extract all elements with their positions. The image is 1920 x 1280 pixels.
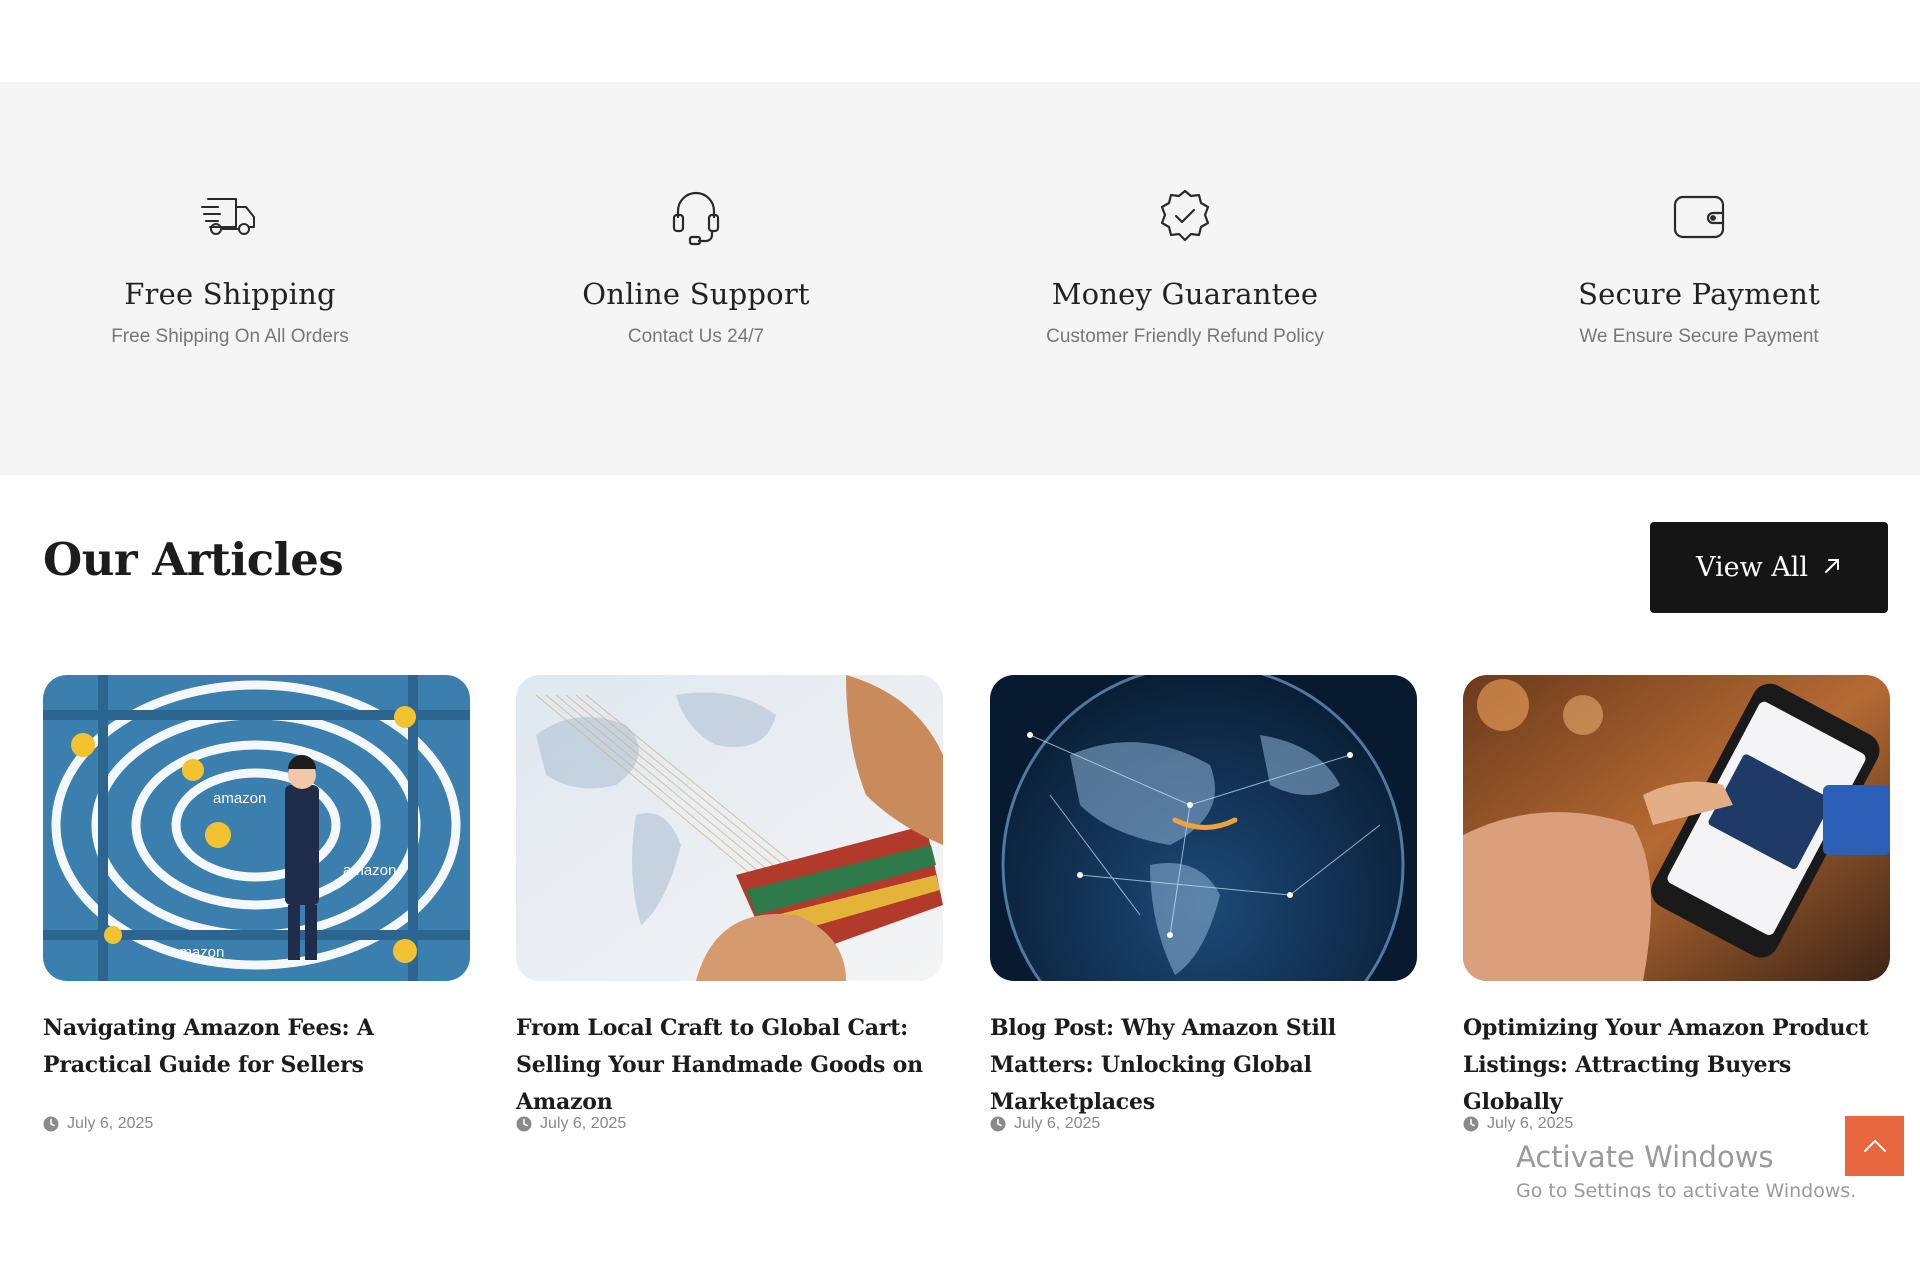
- feature-title: Money Guarantee: [1051, 277, 1319, 311]
- headset-icon: [666, 187, 726, 247]
- watermark-line2: Go to Settings to activate Windows.: [1516, 1180, 1857, 1198]
- date-text: July 6, 2025: [1014, 1115, 1101, 1132]
- features-band: Free Shipping Free Shipping On All Order…: [0, 82, 1920, 475]
- watermark-line1: Activate Windows: [1516, 1140, 1774, 1174]
- clock-icon: [1463, 1116, 1479, 1132]
- clock-icon: [516, 1116, 532, 1132]
- article-title[interactable]: Blog Post: Why Amazon Still Matters: Unl…: [990, 1010, 1417, 1121]
- activate-windows-watermark: Activate Windows Go to Settings to activ…: [1516, 1140, 1856, 1198]
- feature-title: Secure Payment: [1578, 277, 1820, 311]
- clock-icon: [990, 1116, 1006, 1132]
- feature-subtitle: Free Shipping On All Orders: [111, 326, 349, 347]
- article-image[interactable]: [1463, 675, 1890, 981]
- article-title[interactable]: Optimizing Your Amazon Product Listings:…: [1463, 1010, 1890, 1121]
- svg-text:amazon: amazon: [171, 944, 224, 961]
- view-all-label: View All: [1695, 552, 1809, 583]
- article-date: July 6, 2025: [516, 1115, 626, 1133]
- feature-subtitle: Contact Us 24/7: [627, 326, 765, 347]
- clock-icon: [43, 1116, 59, 1132]
- scroll-to-top-button[interactable]: [1845, 1116, 1904, 1176]
- article-title[interactable]: Navigating Amazon Fees: A Practical Guid…: [43, 1010, 470, 1084]
- badge-check-icon: [1155, 187, 1215, 247]
- article-title[interactable]: From Local Craft to Global Cart: Selling…: [516, 1010, 943, 1121]
- article-card[interactable]: From Local Craft to Global Cart: Selling…: [516, 675, 943, 1132]
- article-card[interactable]: amazon amazon amazon Navigating Amazon F…: [43, 675, 470, 1132]
- article-image[interactable]: [990, 675, 1417, 981]
- feature-subtitle: We Ensure Secure Payment: [1579, 326, 1819, 347]
- article-date: July 6, 2025: [1463, 1115, 1573, 1133]
- section-title: Our Articles: [43, 533, 344, 586]
- date-text: July 6, 2025: [67, 1115, 154, 1132]
- truck-icon: [200, 187, 260, 247]
- article-card[interactable]: Blog Post: Why Amazon Still Matters: Unl…: [990, 675, 1417, 1132]
- article-date: July 6, 2025: [43, 1115, 153, 1133]
- wallet-icon: [1669, 187, 1729, 247]
- feature-title: Online Support: [582, 277, 810, 311]
- view-all-button[interactable]: View All: [1650, 522, 1888, 613]
- arrow-up-right-icon: [1822, 552, 1842, 583]
- article-date: July 6, 2025: [990, 1115, 1100, 1133]
- date-text: July 6, 2025: [1487, 1115, 1574, 1132]
- article-image[interactable]: amazon amazon amazon: [43, 675, 470, 981]
- feature-subtitle: Customer Friendly Refund Policy: [1046, 326, 1324, 347]
- feature-title: Free Shipping: [124, 277, 336, 311]
- article-card[interactable]: Optimizing Your Amazon Product Listings:…: [1463, 675, 1890, 1132]
- chevron-up-icon: [1863, 1140, 1886, 1152]
- date-text: July 6, 2025: [540, 1115, 627, 1132]
- svg-text:amazon: amazon: [213, 790, 266, 807]
- svg-text:amazon: amazon: [343, 862, 396, 879]
- article-image[interactable]: [516, 675, 943, 981]
